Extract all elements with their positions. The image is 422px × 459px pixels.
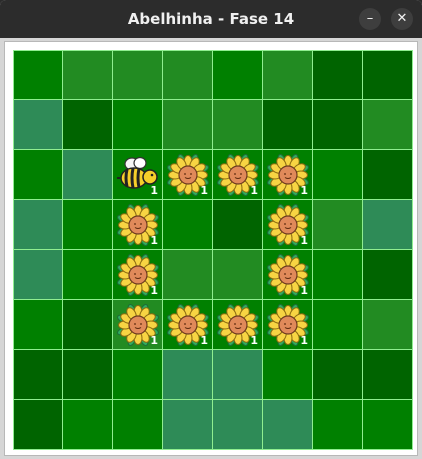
flower-count-label: 1 [150,334,158,347]
board-cell[interactable] [63,300,113,350]
flower-count-label: 1 [200,334,208,347]
board-cell[interactable] [63,350,113,400]
board-cell[interactable] [163,250,213,300]
board-cell[interactable] [163,50,213,100]
board-cell[interactable] [63,50,113,100]
board-cell[interactable] [313,150,363,200]
minimize-button[interactable]: – [359,8,381,30]
board-cell[interactable] [263,350,313,400]
close-icon: ✕ [396,11,408,26]
flower-count-label: 1 [300,334,308,347]
board-cell[interactable] [313,300,363,350]
board-cell[interactable]: 1 [163,300,213,350]
game-window: Abelhinha - Fase 14 – ✕ 1 1 1 1 1 1 1 1 1 1 1 1 [0,0,422,459]
board-cell[interactable] [263,400,313,450]
board-cell[interactable]: 1 [113,300,163,350]
board-cell[interactable] [213,100,263,150]
flower-count-label: 1 [300,284,308,297]
board-cell[interactable] [213,350,263,400]
board-cell[interactable] [313,350,363,400]
board-cell[interactable] [363,300,413,350]
board-cell[interactable] [13,350,63,400]
flower-count-label: 1 [250,334,258,347]
board-cell[interactable]: 1 [263,200,313,250]
board-cell[interactable] [113,400,163,450]
board-cell[interactable]: 1 [113,150,163,200]
board-cell[interactable] [63,100,113,150]
board-cell[interactable] [313,100,363,150]
close-button[interactable]: ✕ [391,8,413,30]
board-cell[interactable] [263,50,313,100]
board-cell[interactable]: 1 [113,200,163,250]
board-cell[interactable] [163,350,213,400]
board-cell[interactable] [263,100,313,150]
title-bar[interactable]: Abelhinha - Fase 14 – ✕ [0,0,422,38]
board-cell[interactable] [13,400,63,450]
board-cell[interactable] [13,50,63,100]
flower-count-label: 1 [200,184,208,197]
board-cell[interactable]: 1 [213,150,263,200]
board-cell[interactable] [63,150,113,200]
board-cell[interactable] [163,400,213,450]
board-cell[interactable]: 1 [213,300,263,350]
board-cell[interactable] [213,400,263,450]
board-cell[interactable] [213,250,263,300]
board-cell[interactable] [13,300,63,350]
flower-count-label: 1 [250,184,258,197]
board-cell[interactable] [313,250,363,300]
bee-count-label: 1 [150,184,158,197]
board-cell[interactable] [13,250,63,300]
board-cell[interactable] [363,150,413,200]
board-cell[interactable] [113,350,163,400]
board-cell[interactable] [313,400,363,450]
board-cell[interactable] [363,50,413,100]
board-cell[interactable] [363,200,413,250]
board-cell[interactable] [63,400,113,450]
flower-count-label: 1 [300,234,308,247]
board-cell[interactable]: 1 [263,300,313,350]
board-cell[interactable]: 1 [113,250,163,300]
board-cell[interactable] [213,50,263,100]
board-cell[interactable] [363,100,413,150]
board-cell[interactable]: 1 [163,150,213,200]
board-cell[interactable] [63,200,113,250]
flower-count-label: 1 [300,184,308,197]
flower-count-label: 1 [150,284,158,297]
board-cell[interactable] [63,250,113,300]
board-cell[interactable] [113,50,163,100]
board-cell[interactable] [163,200,213,250]
flower-count-label: 1 [150,234,158,247]
board-cell[interactable] [313,200,363,250]
board-cell[interactable] [13,100,63,150]
board-cell[interactable] [363,400,413,450]
game-board[interactable]: 1 1 1 1 1 1 1 1 1 1 1 1 [13,50,413,450]
board-cell[interactable] [213,200,263,250]
board-cell[interactable] [363,350,413,400]
board-cell[interactable] [363,250,413,300]
board-cell[interactable]: 1 [263,150,313,200]
board-cell[interactable]: 1 [263,250,313,300]
board-cell[interactable] [13,150,63,200]
board-cell[interactable] [163,100,213,150]
board-cell[interactable] [113,100,163,150]
board-cell[interactable] [13,200,63,250]
board-cell[interactable] [313,50,363,100]
minimize-icon: – [366,11,374,26]
